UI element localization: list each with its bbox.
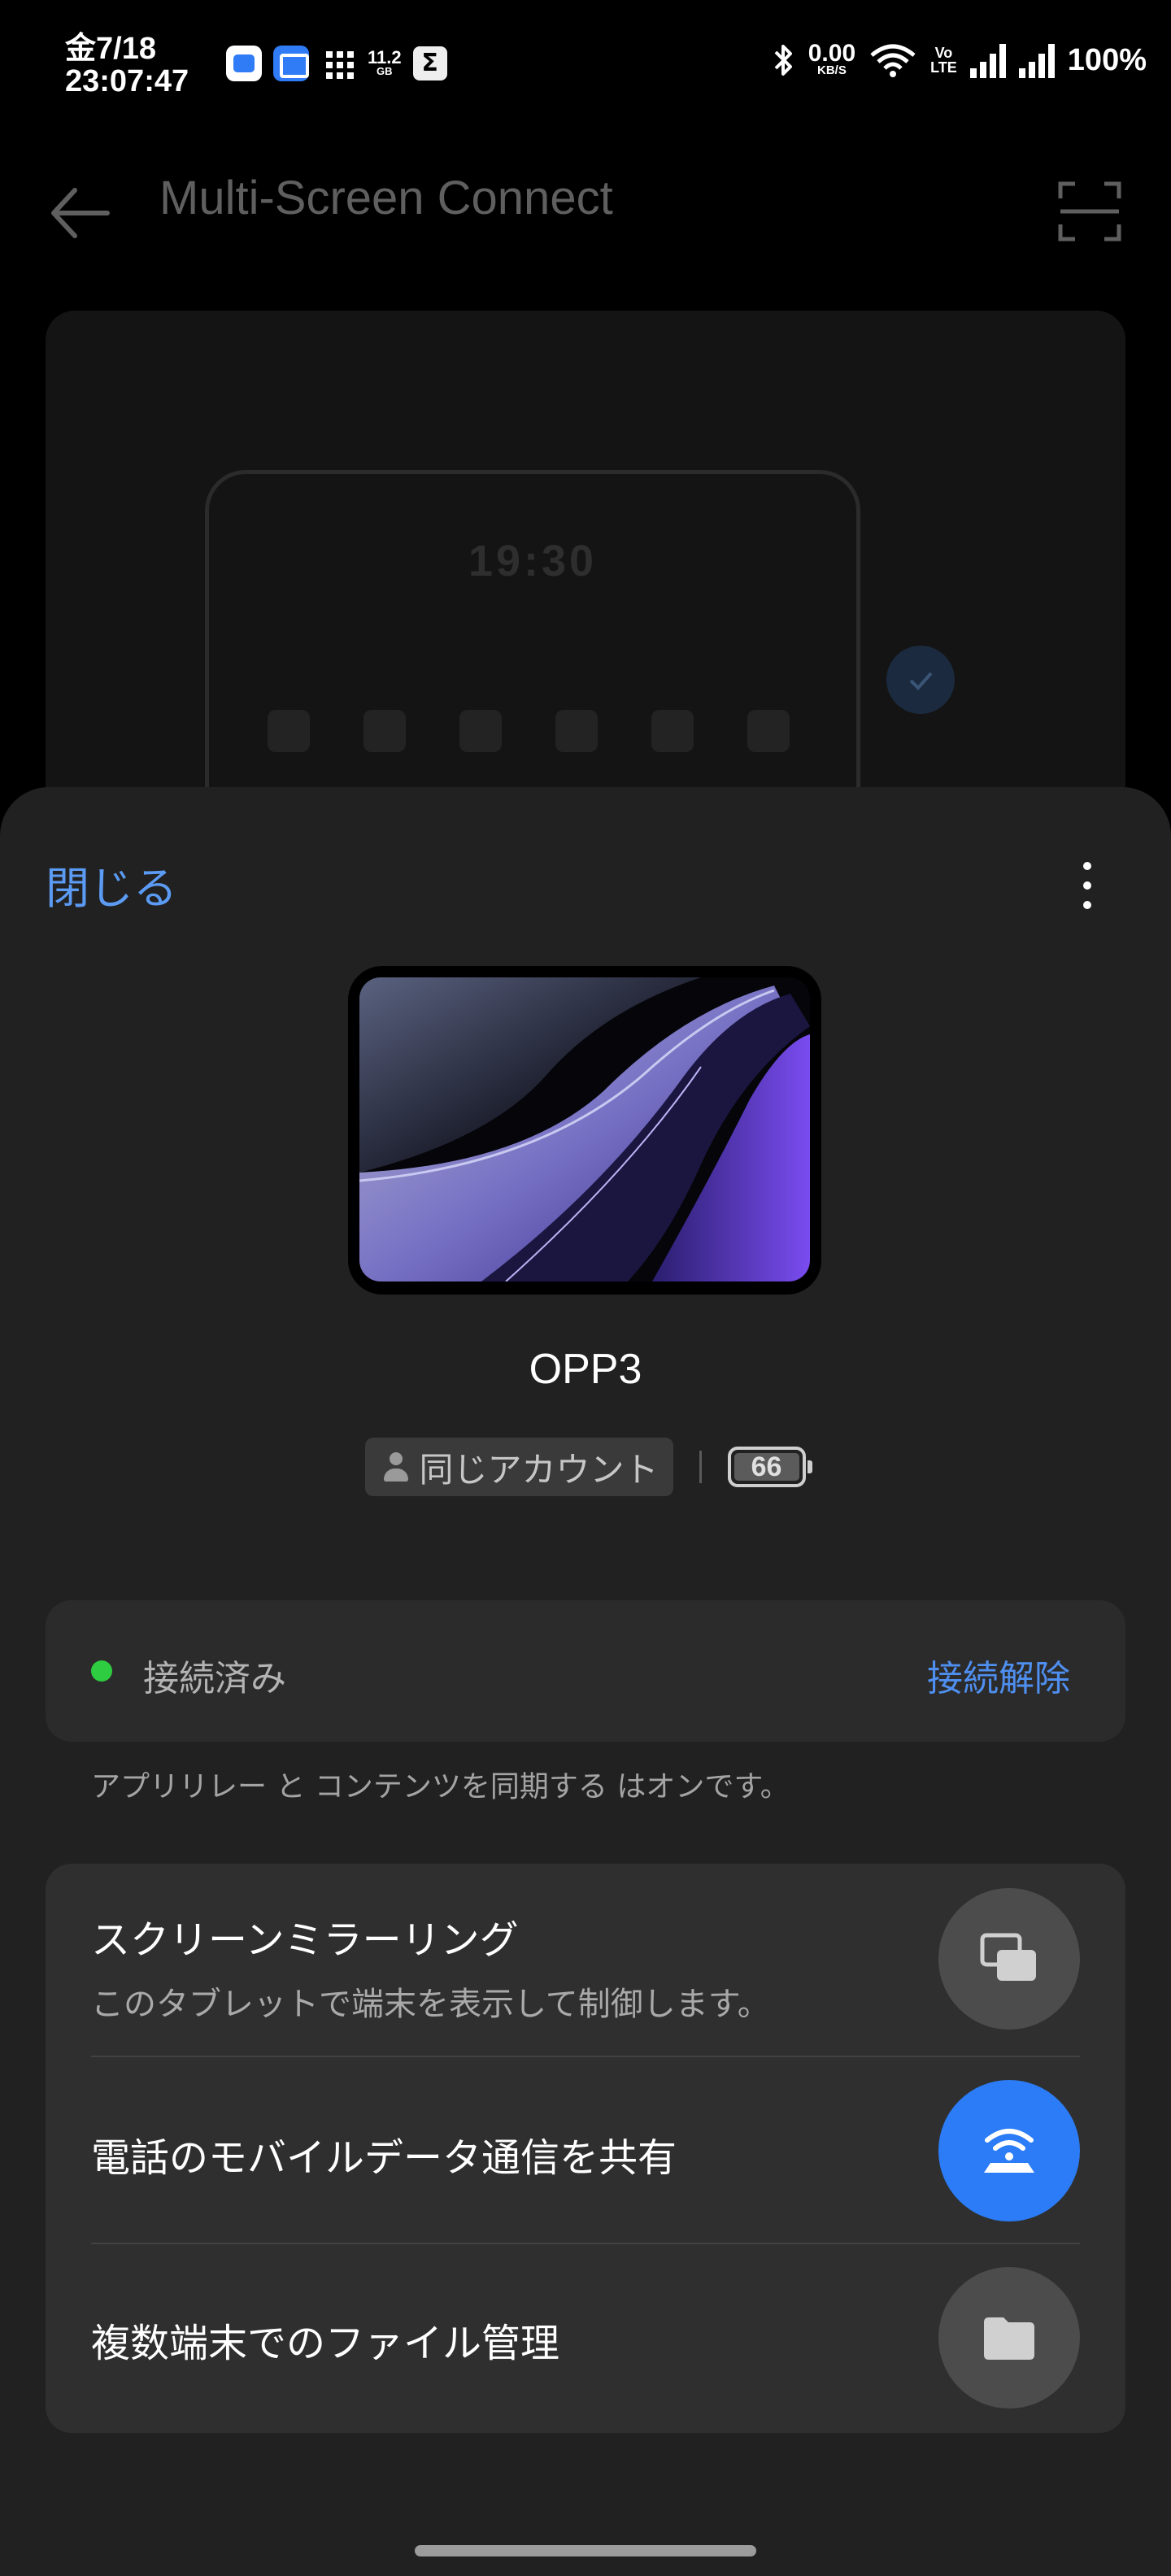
more-options-icon[interactable] <box>1062 852 1111 917</box>
volte-bottom: LTE <box>930 59 957 76</box>
feature-title: 複数端末でのファイル管理 <box>91 2321 560 2366</box>
scan-icon[interactable] <box>1057 179 1122 244</box>
volte-indicator: Vo LTE <box>930 46 957 75</box>
device-meta: 同じアカウント 66 <box>0 1438 1171 1496</box>
check-icon <box>886 646 955 714</box>
person-icon <box>380 1449 412 1485</box>
app-grid-icon <box>320 46 356 81</box>
status-time: 23:07:47 <box>65 64 189 98</box>
connection-status-card: 接続済み 接続解除 <box>46 1600 1125 1742</box>
connected-dot-icon <box>91 1660 112 1682</box>
signal-strength-icon-2 <box>1018 42 1055 78</box>
system-indicators: 0.00 KB/S Vo LTE 100% <box>771 41 1147 78</box>
folder-icon <box>984 2317 1034 2360</box>
feature-screen-mirroring[interactable]: スクリーンミラーリング このタブレットで端末を表示して制御します。 <box>46 1864 1125 2056</box>
screen-mirroring-icon <box>980 1933 1036 1981</box>
network-speed: 0.00 KB/S <box>808 41 855 77</box>
battery-percent: 100% <box>1067 42 1147 77</box>
notification-icons: 11.2 GB Σ <box>226 46 447 81</box>
features-card: スクリーンミラーリング このタブレットで端末を表示して制御します。 電話のモバイ… <box>46 1864 1125 2433</box>
status-date: 金7/18 <box>65 32 156 66</box>
storage-unit: GB <box>377 65 393 77</box>
meta-divider <box>699 1451 702 1483</box>
home-indicator[interactable] <box>415 2545 756 2556</box>
illustration-clock: 19:30 <box>468 537 598 585</box>
sigma-icon: Σ <box>412 46 447 80</box>
page-title: Multi-Screen Connect <box>159 172 613 224</box>
back-arrow-icon[interactable] <box>46 179 114 247</box>
mobile-data-share-button[interactable] <box>938 2080 1080 2221</box>
battery-icon: 66 <box>727 1447 812 1487</box>
account-label: 同じアカウント <box>419 1449 659 1490</box>
device-thumbnail <box>348 966 821 1295</box>
device-name: OPP3 <box>529 1346 642 1393</box>
storage-indicator: 11.2 GB <box>368 49 402 77</box>
feature-share-mobile-data[interactable]: 電話のモバイルデータ通信を共有 <box>46 2057 1125 2244</box>
file-management-button[interactable] <box>938 2267 1080 2408</box>
screen-mirroring-button[interactable] <box>938 1888 1080 2030</box>
status-bar: 金7/18 23:07:47 11.2 GB Σ 0.00 KB/S Vo LT… <box>0 0 1171 130</box>
battery-level: 66 <box>734 1451 799 1482</box>
feature-title: スクリーンミラーリング <box>91 1917 519 1963</box>
account-badge: 同じアカウント <box>365 1438 673 1496</box>
feature-file-management[interactable]: 複数端末でのファイル管理 <box>46 2244 1125 2433</box>
device-bottom-sheet: 閉じる OPP3 同じアカウント 66 接続済み 接続解除 アプリリレー と コ… <box>0 787 1171 2576</box>
disconnect-button[interactable]: 接続解除 <box>927 1649 1070 1701</box>
mobile-hotspot-icon <box>984 2129 1034 2173</box>
sync-note: アプリリレー と コンテンツを同期する はオンです。 <box>91 1770 790 1804</box>
close-button[interactable]: 閉じる <box>46 852 177 916</box>
device-wallpaper <box>359 977 810 1281</box>
signal-strength-icon-1 <box>969 42 1006 78</box>
feature-title: 電話のモバイルデータ通信を共有 <box>91 2135 677 2181</box>
status-datetime: 金7/18 23:07:47 <box>65 33 189 98</box>
volte-top: Vo <box>934 45 953 61</box>
connection-status: 接続済み <box>143 1658 286 1699</box>
multi-screen-notification-icon <box>273 46 309 81</box>
wifi-icon <box>870 44 916 77</box>
app-notification-icon <box>226 46 262 81</box>
feature-subtitle: このタブレットで端末を表示して制御します。 <box>91 1986 770 2023</box>
illustration-dock <box>268 710 790 752</box>
bluetooth-icon <box>774 45 792 76</box>
